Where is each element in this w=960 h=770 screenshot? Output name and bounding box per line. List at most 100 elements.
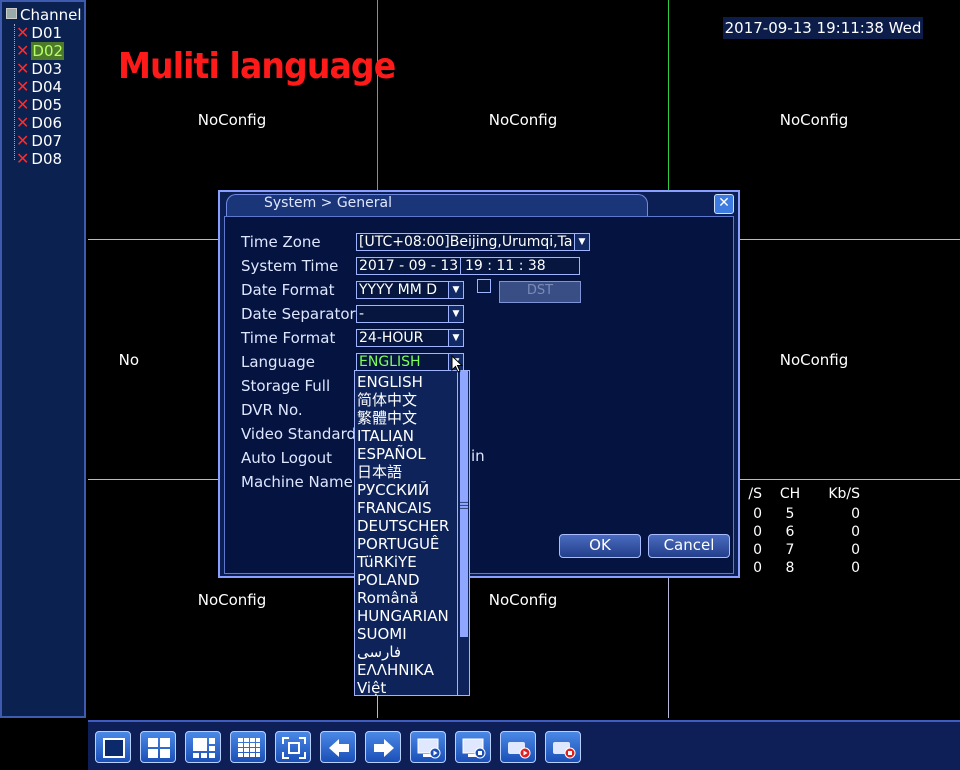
machine-name-label: Machine Name <box>241 473 353 491</box>
nine-view-button[interactable] <box>185 731 221 763</box>
collapse-box-icon[interactable] <box>6 8 17 19</box>
dvr-screen: Channel ✕ D01 ✕ D02 ✕ D03 ✕ D04 ✕ D05 ✕ D06 ✕ D… <box>0 0 960 770</box>
system-time-label: System Time <box>241 257 339 275</box>
auto-logout-unit: in <box>471 447 485 465</box>
language-option[interactable]: ITALIAN <box>357 427 414 445</box>
datetime-display: 2017-09-13 19:11:38 Wed <box>723 17 923 39</box>
dropdown-arrow-icon[interactable]: ▼ <box>448 330 463 346</box>
time-format-select[interactable]: 24-HOUR ▼ <box>356 329 464 347</box>
ok-button[interactable]: OK <box>559 534 641 558</box>
disconnected-icon: ✕ <box>16 77 30 96</box>
dialog-title: System > General <box>264 195 393 211</box>
mouse-cursor-icon <box>451 355 463 373</box>
channel-item-d04[interactable]: ✕ D04 <box>16 77 62 97</box>
cancel-button[interactable]: Cancel <box>648 534 730 558</box>
language-option[interactable]: 繁體中文 <box>357 409 417 427</box>
language-label: Language <box>241 353 316 371</box>
dropdown-arrow-icon[interactable]: ▼ <box>574 234 589 250</box>
cell-noconfig: NoConfig <box>779 111 849 129</box>
fullscreen-button[interactable] <box>275 731 311 763</box>
bottom-toolbar <box>88 720 960 770</box>
video-standard-label: Video Standard <box>241 425 357 443</box>
quad-view-icon <box>148 738 170 758</box>
channel-header[interactable]: Channel <box>6 6 82 24</box>
date-separator-label: Date Separator <box>241 305 356 323</box>
channel-item-d03[interactable]: ✕ D03 <box>16 60 62 79</box>
record-button[interactable] <box>455 731 491 763</box>
cell-noconfig: NoConfig <box>779 351 849 369</box>
language-option[interactable]: FRANCAIS <box>357 499 432 517</box>
language-option[interactable]: 简体中文 <box>357 391 417 409</box>
playback-icon <box>417 738 441 759</box>
language-option[interactable]: DEUTSCHER <box>357 517 449 535</box>
channel-sidebar: Channel ✕ D01 ✕ D02 ✕ D03 ✕ D04 ✕ D05 ✕ D06 ✕ D… <box>0 0 86 718</box>
channel-item-d07[interactable]: ✕ D07 <box>16 131 62 151</box>
language-dropdown-list[interactable]: ENGLISH 简体中文 繁體中文 ITALIAN ESPAÑOL 日本語 РУССКИЙ F… <box>354 370 458 697</box>
time-zone-select[interactable]: [UTC+08:00]Beijing,Urumqi,Ta ▼ <box>356 233 590 251</box>
cell-noconfig: NoConfig <box>488 111 558 129</box>
sixteen-view-icon <box>238 738 260 757</box>
fullscreen-icon <box>282 737 306 759</box>
disconnected-icon: ✕ <box>16 131 30 150</box>
stats-row: 0 8 0 <box>753 560 860 576</box>
auto-logout-label: Auto Logout <box>241 449 332 467</box>
dialog-body: Time Zone [UTC+08:00]Beijing,Urumqi,Ta ▼… <box>224 216 734 574</box>
disconnected-icon: ✕ <box>16 113 30 132</box>
close-button[interactable]: ✕ <box>714 194 734 214</box>
next-button[interactable] <box>365 731 401 763</box>
language-option[interactable]: PORTUGUÊ <box>357 535 439 553</box>
dvr-no-label: DVR No. <box>241 401 303 419</box>
language-option[interactable]: فارسی <box>357 643 401 661</box>
language-option[interactable]: ESPAÑOL <box>357 445 426 463</box>
date-format-select[interactable]: YYYY MM D ▼ <box>356 281 464 299</box>
storage-full-label: Storage Full <box>241 377 331 395</box>
previous-icon <box>329 739 349 757</box>
language-select[interactable]: ENGLISH ▼ <box>356 353 464 371</box>
sixteen-view-button[interactable] <box>230 731 266 763</box>
previous-button[interactable] <box>320 731 356 763</box>
dst-button[interactable]: DST <box>499 281 581 303</box>
quad-view-button[interactable] <box>140 731 176 763</box>
system-time-input[interactable]: 19 : 11 : 38 <box>460 257 580 275</box>
language-option[interactable]: ENGLISH <box>357 373 423 391</box>
channel-item-d05[interactable]: ✕ D05 <box>16 95 62 115</box>
channel-item-d06[interactable]: ✕ D06 <box>16 113 62 133</box>
stats-row: 0 6 0 <box>753 524 860 540</box>
record-stop-button[interactable] <box>545 731 581 763</box>
disconnected-icon: ✕ <box>16 23 30 42</box>
record-start-button[interactable] <box>500 731 536 763</box>
dropdown-arrow-icon[interactable]: ▼ <box>448 306 463 322</box>
overlay-title: Muliti language <box>118 46 396 87</box>
stats-header-row: /S CH Kb/S <box>748 486 860 502</box>
language-option[interactable]: РУССКИЙ <box>357 481 429 499</box>
cell-noconfig-partial: No <box>118 351 139 369</box>
time-format-label: Time Format <box>241 329 336 347</box>
channel-item-d02[interactable]: ✕ D02 <box>16 41 65 60</box>
language-option[interactable]: ΕΛΛΗΝΙΚΑ <box>357 661 434 679</box>
time-zone-label: Time Zone <box>241 233 321 251</box>
single-view-button[interactable] <box>95 731 131 763</box>
dropdown-arrow-icon[interactable]: ▼ <box>448 282 463 298</box>
system-date-input[interactable]: 2017 - 09 - 13 <box>356 257 461 275</box>
channel-item-d01[interactable]: ✕ D01 <box>16 23 62 43</box>
playback-button[interactable] <box>410 731 446 763</box>
language-option[interactable]: 日本語 <box>357 463 402 481</box>
disconnected-icon: ✕ <box>16 149 30 168</box>
language-option[interactable]: HUNGARIAN <box>357 607 449 625</box>
system-general-dialog: System > General ✕ Time Zone [UTC+08:00]… <box>218 190 740 578</box>
record-start-icon <box>508 742 531 759</box>
channel-item-d08[interactable]: ✕ D08 <box>16 149 62 169</box>
date-separator-select[interactable]: - ▼ <box>356 305 464 323</box>
language-list-scrollbar[interactable]: — — — <box>458 370 470 696</box>
disconnected-icon: ✕ <box>16 41 30 60</box>
language-option[interactable]: Română <box>357 589 418 607</box>
dst-checkbox[interactable] <box>477 279 491 293</box>
language-option[interactable]: Việt <box>357 679 386 697</box>
scroll-grip-icon: — — — <box>459 497 469 514</box>
language-option[interactable]: TüRKiYE <box>357 553 417 571</box>
nine-view-icon <box>193 738 215 758</box>
language-option[interactable]: POLAND <box>357 571 420 589</box>
disconnected-icon: ✕ <box>16 95 30 114</box>
record-stop-icon <box>553 742 576 759</box>
language-option[interactable]: SUOMI <box>357 625 407 643</box>
